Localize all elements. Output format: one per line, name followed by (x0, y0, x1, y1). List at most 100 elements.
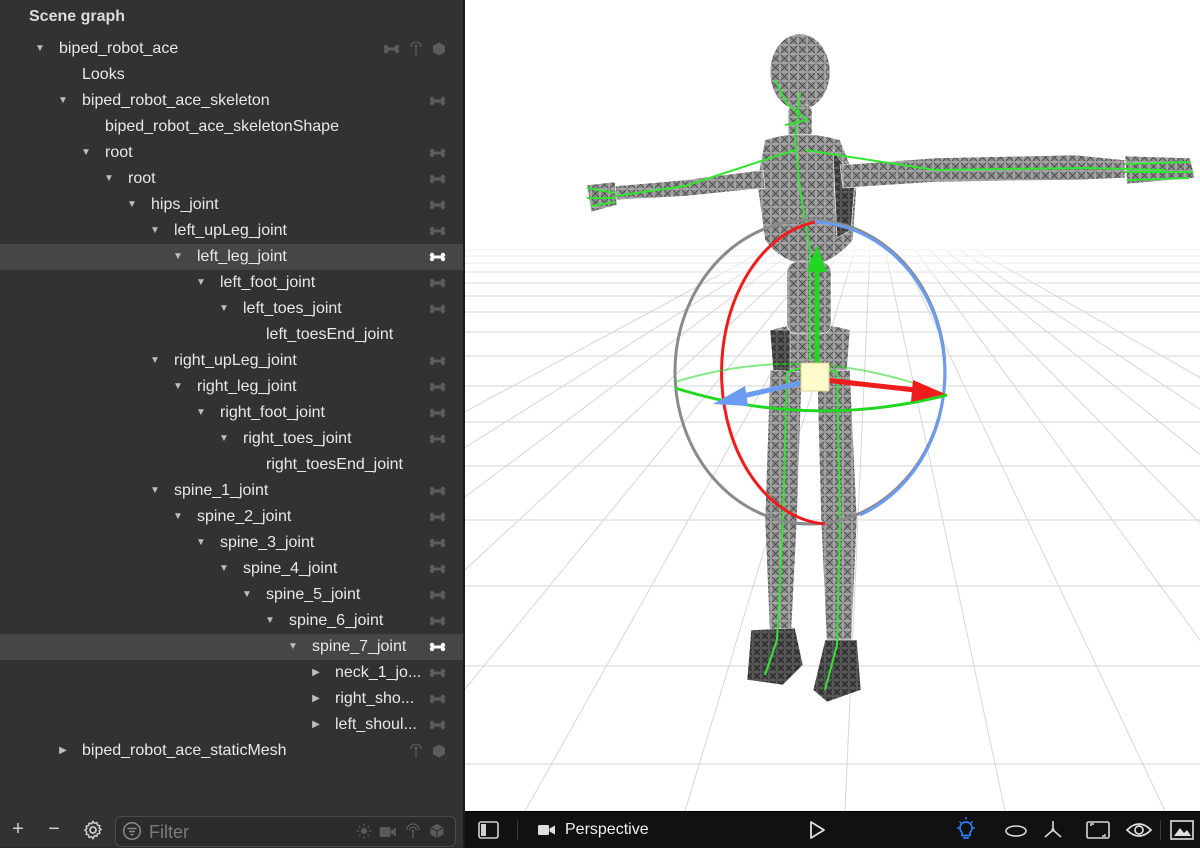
lightbulb-icon[interactable] (953, 812, 979, 848)
tree-row[interactable]: ▶ left_shoul... (0, 712, 463, 738)
remove-button[interactable]: − (42, 812, 66, 847)
orbit-icon[interactable] (1003, 812, 1029, 848)
play-icon[interactable] (805, 812, 829, 848)
camera-mode-label[interactable]: Perspective (565, 812, 649, 848)
disclosure-collapsed-icon[interactable]: ▶ (309, 686, 323, 712)
tree-row[interactable]: ▼ right_leg_joint (0, 374, 463, 400)
disclosure-expanded-icon[interactable]: ▼ (217, 426, 231, 452)
bone-icon[interactable] (429, 380, 446, 394)
disclosure-expanded-icon[interactable]: ▼ (171, 504, 185, 530)
bone-icon[interactable] (429, 94, 446, 108)
disclosure-collapsed-icon[interactable]: ▶ (309, 660, 323, 686)
3d-viewport[interactable] (465, 0, 1200, 811)
tree-row[interactable]: ▼ biped_robot_ace_skeleton (0, 88, 463, 114)
camera-icon[interactable] (379, 825, 397, 839)
bone-icon[interactable] (429, 718, 446, 732)
bone-icon[interactable] (429, 250, 446, 264)
disclosure-expanded-icon[interactable]: ▼ (33, 36, 47, 62)
filter-field[interactable] (115, 816, 456, 847)
disclosure-expanded-icon[interactable]: ▼ (240, 582, 254, 608)
filter-input[interactable] (147, 820, 341, 844)
bone-icon[interactable] (429, 172, 446, 186)
disclosure-expanded-icon[interactable]: ▼ (79, 140, 93, 166)
viewport-canvas[interactable] (465, 0, 1200, 811)
disclosure-expanded-icon[interactable]: ▼ (171, 244, 185, 270)
disclosure-expanded-icon[interactable]: ▼ (148, 478, 162, 504)
bone-icon[interactable] (429, 614, 446, 628)
tree-row[interactable]: ▼ right_toes_joint (0, 426, 463, 452)
disclosure-collapsed-icon[interactable]: ▶ (56, 738, 70, 764)
tree-row[interactable]: ▼ spine_3_joint (0, 530, 463, 556)
tree-row[interactable]: ▼ left_toes_joint (0, 296, 463, 322)
bone-icon[interactable] (429, 588, 446, 602)
light-icon[interactable] (409, 41, 423, 56)
bone-icon[interactable] (429, 146, 446, 160)
bone-icon[interactable] (429, 224, 446, 238)
disclosure-expanded-icon[interactable]: ▼ (286, 634, 300, 660)
tree-row[interactable]: ▼ spine_5_joint (0, 582, 463, 608)
disclosure-expanded-icon[interactable]: ▼ (217, 296, 231, 322)
tree-row[interactable]: biped_robot_ace_skeletonShape (0, 114, 463, 140)
landscape-view-icon[interactable] (1169, 812, 1195, 848)
tree-row[interactable]: ▼ root (0, 140, 463, 166)
tree-row[interactable]: left_toesEnd_joint (0, 322, 463, 348)
tree-row[interactable]: ▼ spine_1_joint (0, 478, 463, 504)
broadcast-icon[interactable] (404, 823, 422, 839)
tree-row[interactable]: ▼ right_upLeg_joint (0, 348, 463, 374)
disclosure-expanded-icon[interactable]: ▼ (194, 270, 208, 296)
tree-row[interactable]: ▼ root (0, 166, 463, 192)
tree-row[interactable]: ▼ hips_joint (0, 192, 463, 218)
cube-icon[interactable] (429, 823, 445, 839)
frame-icon[interactable] (1085, 812, 1111, 848)
cube-icon[interactable] (432, 744, 446, 758)
z-axis-arrowhead[interactable] (713, 386, 748, 406)
tree-row[interactable]: ▼ spine_2_joint (0, 504, 463, 530)
bone-icon[interactable] (429, 510, 446, 524)
bone-icon[interactable] (429, 484, 446, 498)
disclosure-expanded-icon[interactable]: ▼ (194, 400, 208, 426)
disclosure-collapsed-icon[interactable]: ▶ (309, 712, 323, 738)
tree-row[interactable]: right_toesEnd_joint (0, 452, 463, 478)
tree-row[interactable]: ▼ left_leg_joint (0, 244, 463, 270)
axes-icon[interactable] (1041, 812, 1065, 848)
bone-icon[interactable] (429, 354, 446, 368)
bone-icon[interactable] (429, 198, 446, 212)
settings-button[interactable] (80, 812, 106, 847)
disclosure-expanded-icon[interactable]: ▼ (217, 556, 231, 582)
gizmo-center-handle[interactable] (800, 362, 830, 392)
disclosure-expanded-icon[interactable]: ▼ (125, 192, 139, 218)
bone-icon[interactable] (429, 536, 446, 550)
bone-icon[interactable] (429, 302, 446, 316)
bone-icon[interactable] (429, 406, 446, 420)
tree-row[interactable]: ▶ biped_robot_ace_staticMesh (0, 738, 463, 764)
tree-row[interactable]: ▼ spine_6_joint (0, 608, 463, 634)
disclosure-expanded-icon[interactable]: ▼ (263, 608, 277, 634)
sun-icon[interactable] (356, 823, 372, 839)
tree-row[interactable]: ▼ left_foot_joint (0, 270, 463, 296)
tree-row[interactable]: ▼ right_foot_joint (0, 400, 463, 426)
tree-row[interactable]: ▼ spine_7_joint (0, 634, 463, 660)
tree-row[interactable]: ▶ right_sho... (0, 686, 463, 712)
bone-icon[interactable] (383, 42, 400, 56)
bone-icon[interactable] (429, 276, 446, 290)
bone-icon[interactable] (429, 432, 446, 446)
disclosure-expanded-icon[interactable]: ▼ (148, 348, 162, 374)
sidebar-toggle-icon[interactable] (477, 812, 501, 848)
robot-mesh[interactable] (586, 33, 1196, 703)
bone-icon[interactable] (429, 640, 446, 654)
add-button[interactable]: + (6, 812, 30, 847)
disclosure-expanded-icon[interactable]: ▼ (102, 166, 116, 192)
tree-row[interactable]: Looks (0, 62, 463, 88)
tree-row[interactable]: ▼ biped_robot_ace (0, 36, 463, 62)
bone-icon[interactable] (429, 666, 446, 680)
tree-row[interactable]: ▼ spine_4_joint (0, 556, 463, 582)
tree-row[interactable]: ▶ neck_1_jo... (0, 660, 463, 686)
tree-row[interactable]: ▼ left_upLeg_joint (0, 218, 463, 244)
bone-icon[interactable] (429, 692, 446, 706)
disclosure-expanded-icon[interactable]: ▼ (148, 218, 162, 244)
light-icon[interactable] (409, 743, 423, 758)
eye-icon[interactable] (1125, 812, 1153, 848)
disclosure-expanded-icon[interactable]: ▼ (56, 88, 70, 114)
disclosure-expanded-icon[interactable]: ▼ (194, 530, 208, 556)
bone-icon[interactable] (429, 562, 446, 576)
